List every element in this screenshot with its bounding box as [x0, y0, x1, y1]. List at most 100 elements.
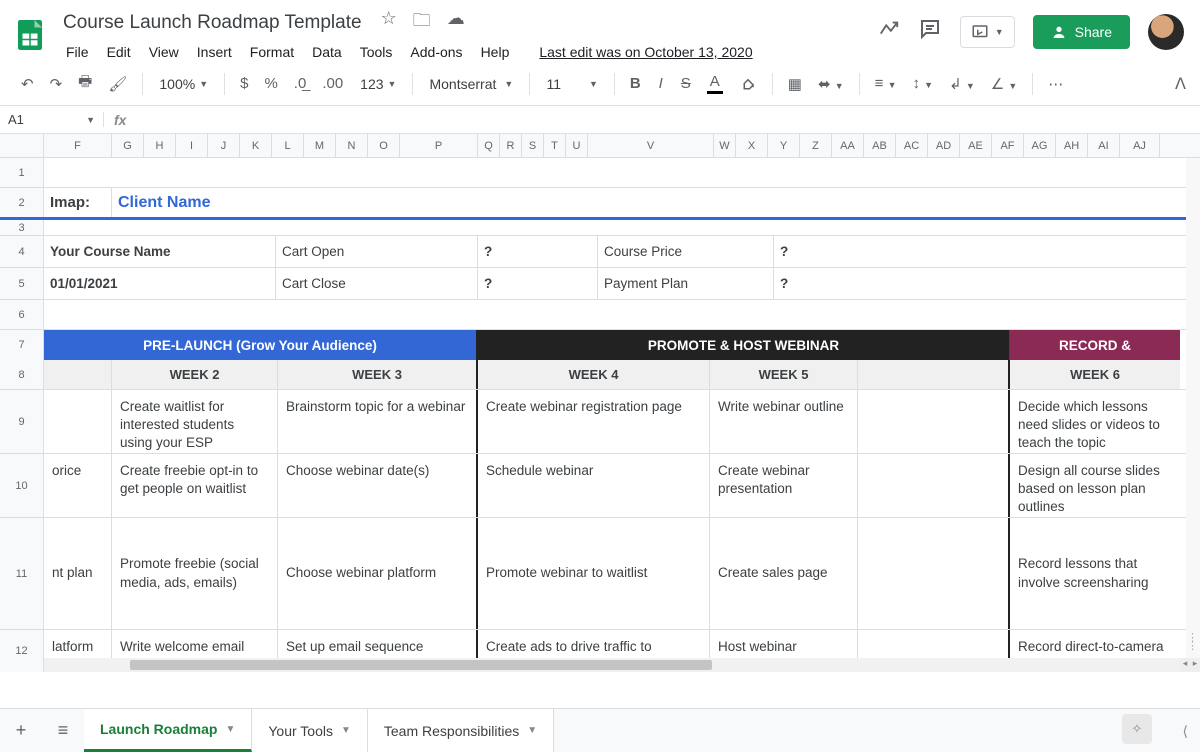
row-header[interactable]: 11	[0, 518, 44, 629]
cell[interactable]	[44, 390, 112, 453]
cell[interactable]: orice	[44, 454, 112, 517]
week-header[interactable]: WEEK 2	[112, 360, 278, 389]
column-header[interactable]: AI	[1088, 134, 1120, 157]
sheet-tab-team-responsibilities[interactable]: Team Responsibilities▼	[368, 709, 554, 752]
share-button[interactable]: Share	[1033, 15, 1130, 49]
scroll-left-button[interactable]: ◂	[1180, 658, 1190, 672]
account-avatar[interactable]	[1148, 14, 1184, 50]
column-header[interactable]: AF	[992, 134, 1024, 157]
rotate-button[interactable]: ∠ ▼	[984, 69, 1025, 99]
cell[interactable]: 01/01/2021	[44, 268, 276, 299]
cell[interactable]: Course Price	[598, 236, 774, 267]
font-size-select[interactable]: 11▼	[538, 72, 605, 96]
column-header[interactable]: W	[714, 134, 736, 157]
chevron-down-icon[interactable]: ▼	[225, 724, 235, 735]
column-header[interactable]: S	[522, 134, 544, 157]
row-header[interactable]: 3	[0, 220, 44, 235]
undo-button[interactable]: ↶	[14, 69, 41, 99]
borders-button[interactable]: ▦	[781, 69, 809, 99]
cell[interactable]	[858, 360, 1010, 389]
comments-icon[interactable]	[918, 17, 942, 47]
cell[interactable]: Choose webinar platform	[278, 518, 478, 629]
week-header[interactable]: WEEK 5	[710, 360, 858, 389]
cell[interactable]	[858, 518, 1010, 629]
row-header[interactable]: 2	[0, 188, 44, 217]
column-header[interactable]: AG	[1024, 134, 1056, 157]
name-box[interactable]: A1▼	[0, 112, 104, 127]
wrap-button[interactable]: ↲ ▼	[942, 69, 982, 99]
sheets-logo[interactable]	[12, 12, 48, 58]
cell[interactable]: Your Course Name	[44, 236, 276, 267]
row-header[interactable]: 1	[0, 158, 44, 187]
column-header[interactable]: O	[368, 134, 400, 157]
cell[interactable]: Choose webinar date(s)	[278, 454, 478, 517]
column-header[interactable]: G	[112, 134, 144, 157]
section-record[interactable]: RECORD &	[1010, 330, 1180, 360]
cell[interactable]: Create webinar presentation	[710, 454, 858, 517]
cell[interactable]	[858, 454, 1010, 517]
bold-button[interactable]: B	[623, 69, 648, 98]
row-header[interactable]: 4	[0, 236, 44, 267]
column-header[interactable]: F	[44, 134, 112, 157]
row-header[interactable]: 8	[0, 360, 44, 389]
cell[interactable]: Write webinar outline	[710, 390, 858, 453]
column-header[interactable]: I	[176, 134, 208, 157]
section-webinar[interactable]: PROMOTE & HOST WEBINAR	[478, 330, 1010, 360]
chevron-down-icon[interactable]: ▼	[341, 725, 351, 736]
column-header[interactable]: H	[144, 134, 176, 157]
scroll-right-button[interactable]: ▸	[1190, 658, 1200, 672]
explore-button[interactable]: ✧	[1122, 714, 1152, 744]
menu-edit[interactable]: Edit	[99, 40, 139, 64]
cloud-status-icon[interactable]: ☁	[447, 8, 465, 38]
currency-button[interactable]: $	[233, 69, 255, 98]
side-panel-toggle[interactable]: ⟨	[1183, 723, 1188, 740]
menu-view[interactable]: View	[141, 40, 187, 64]
week-header[interactable]: WEEK 6	[1010, 360, 1180, 389]
column-header[interactable]: N	[336, 134, 368, 157]
h-align-button[interactable]: ≡ ▼	[868, 69, 904, 98]
column-header[interactable]: J	[208, 134, 240, 157]
cell[interactable]: Design all course slides based on lesson…	[1010, 454, 1180, 517]
sheet-tab-launch-roadmap[interactable]: Launch Roadmap▼	[84, 709, 252, 752]
menu-file[interactable]: File	[58, 40, 97, 64]
column-header[interactable]: Z	[800, 134, 832, 157]
more-tools-button[interactable]: ⋯	[1041, 69, 1070, 99]
star-icon[interactable]: ☆	[381, 8, 397, 38]
cell[interactable]: Payment Plan	[598, 268, 774, 299]
cell[interactable]: Cart Open	[276, 236, 478, 267]
sheet-tab-your-tools[interactable]: Your Tools▼	[252, 709, 368, 752]
text-color-button[interactable]: A	[700, 67, 730, 100]
activity-icon[interactable]	[878, 18, 900, 46]
column-headers[interactable]: FGHIJKLMNOPQRSTUVWXYZAAABACADAEAFAGAHAIA…	[0, 134, 1200, 158]
column-header[interactable]: M	[304, 134, 336, 157]
increase-decimal-button[interactable]: .00	[315, 69, 350, 98]
column-header[interactable]: AC	[896, 134, 928, 157]
menu-help[interactable]: Help	[473, 40, 518, 64]
row-header[interactable]: 12	[0, 630, 44, 672]
column-header[interactable]: AJ	[1120, 134, 1160, 157]
all-sheets-button[interactable]: ≡	[42, 720, 84, 741]
chevron-down-icon[interactable]: ▼	[527, 725, 537, 736]
week-header[interactable]: WEEK 4	[478, 360, 710, 389]
cell[interactable]: Brainstorm topic for a webinar	[278, 390, 478, 453]
column-header[interactable]: R	[500, 134, 522, 157]
print-button[interactable]: 🖶	[71, 65, 99, 102]
row-header[interactable]: 5	[0, 268, 44, 299]
menu-insert[interactable]: Insert	[189, 40, 240, 64]
present-button[interactable]: ▼	[960, 16, 1015, 48]
merge-button[interactable]: ⬌ ▼	[811, 69, 851, 99]
cell[interactable]: ?	[774, 236, 1180, 267]
move-icon[interactable]: 🗀	[413, 8, 431, 38]
column-header[interactable]: L	[272, 134, 304, 157]
menu-tools[interactable]: Tools	[352, 40, 401, 64]
add-sheet-button[interactable]: +	[0, 720, 42, 741]
zoom-select[interactable]: 100%▼	[151, 72, 216, 96]
cell[interactable]: Create waitlist for interested students …	[112, 390, 278, 453]
row-header[interactable]: 10	[0, 454, 44, 517]
week-header[interactable]: WEEK 3	[278, 360, 478, 389]
menu-addons[interactable]: Add-ons	[402, 40, 470, 64]
menu-data[interactable]: Data	[304, 40, 350, 64]
cell[interactable]	[44, 360, 112, 389]
row-header[interactable]: 7	[0, 330, 44, 360]
column-header[interactable]: Q	[478, 134, 500, 157]
